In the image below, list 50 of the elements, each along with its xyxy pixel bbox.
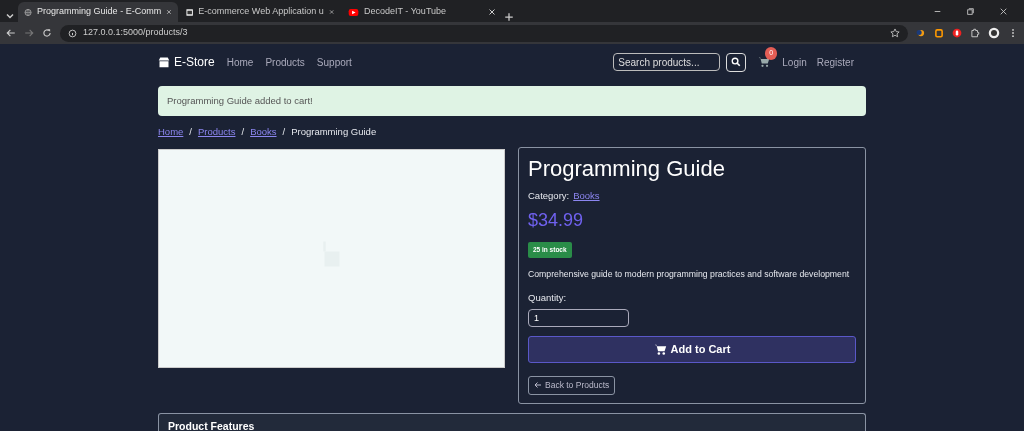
puzzle-icon[interactable]: [970, 28, 980, 38]
search-button[interactable]: [726, 52, 747, 72]
crescent-icon[interactable]: [916, 28, 926, 38]
search-icon: [731, 57, 742, 67]
cart-icon[interactable]: [758, 56, 771, 68]
browser-tab[interactable]: E-commerce Web Application u: [180, 2, 340, 22]
nav-link[interactable]: Login: [782, 54, 807, 70]
breadcrumb-separator: /: [189, 125, 192, 139]
nav-link[interactable]: Products: [265, 54, 305, 70]
back-button[interactable]: Back to Products: [528, 375, 616, 395]
browser-tab[interactable]: DecodeIT - YouTube: [342, 2, 502, 22]
close-icon[interactable]: [999, 6, 1008, 16]
product-price: $34.99: [528, 208, 585, 232]
back-arrow-icon[interactable]: [6, 28, 16, 38]
alert-message: Programming Guide added to cart!: [167, 93, 313, 108]
star-icon[interactable]: [890, 28, 900, 38]
search-field[interactable]: Search products...: [613, 53, 721, 71]
close-icon[interactable]: [166, 8, 172, 16]
nav-link[interactable]: Home: [226, 54, 254, 70]
breadcrumb-current: Programming Guide: [291, 125, 377, 139]
brand-logo[interactable]: E-Store: [158, 53, 215, 71]
avatar-icon[interactable]: [988, 27, 1000, 39]
play-icon: [348, 6, 359, 18]
browser-tab[interactable]: Programming Guide - E-Comm: [18, 2, 178, 22]
restore-icon[interactable]: [966, 6, 975, 16]
nav-link[interactable]: Register: [816, 54, 854, 70]
left-arrow-icon: [534, 381, 542, 390]
new-tab-icon[interactable]: [504, 12, 514, 22]
cart-icon: [653, 342, 667, 356]
breadcrumb-separator: /: [241, 125, 245, 139]
add-to-cart-button[interactable]: Add to Cart: [528, 335, 856, 363]
breadcrumb-link[interactable]: Books: [250, 125, 277, 140]
close-icon[interactable]: [488, 8, 496, 16]
close-icon[interactable]: [328, 8, 334, 16]
reload-icon[interactable]: [42, 28, 52, 38]
features-title: Product Features: [168, 419, 255, 431]
globe-icon: [24, 6, 33, 18]
forward-arrow-icon[interactable]: [24, 28, 34, 38]
nav-link[interactable]: Support: [316, 54, 352, 70]
site-info-icon[interactable]: [68, 28, 77, 38]
category-label: Category:: [528, 189, 570, 201]
quantity-field[interactable]: 1: [528, 308, 629, 327]
breadcrumb-link[interactable]: Home: [158, 125, 184, 140]
product-title: Programming Guide: [528, 156, 726, 183]
breadcrumb-separator: /: [282, 125, 286, 139]
category-link[interactable]: Books: [573, 189, 600, 201]
quantity-label: Quantity:: [528, 290, 568, 305]
breadcrumb-link[interactable]: Products: [198, 125, 236, 140]
product-description: Comprehensive guide to modern programming practices and software development: [528, 267, 851, 281]
store-icon: [158, 56, 170, 68]
